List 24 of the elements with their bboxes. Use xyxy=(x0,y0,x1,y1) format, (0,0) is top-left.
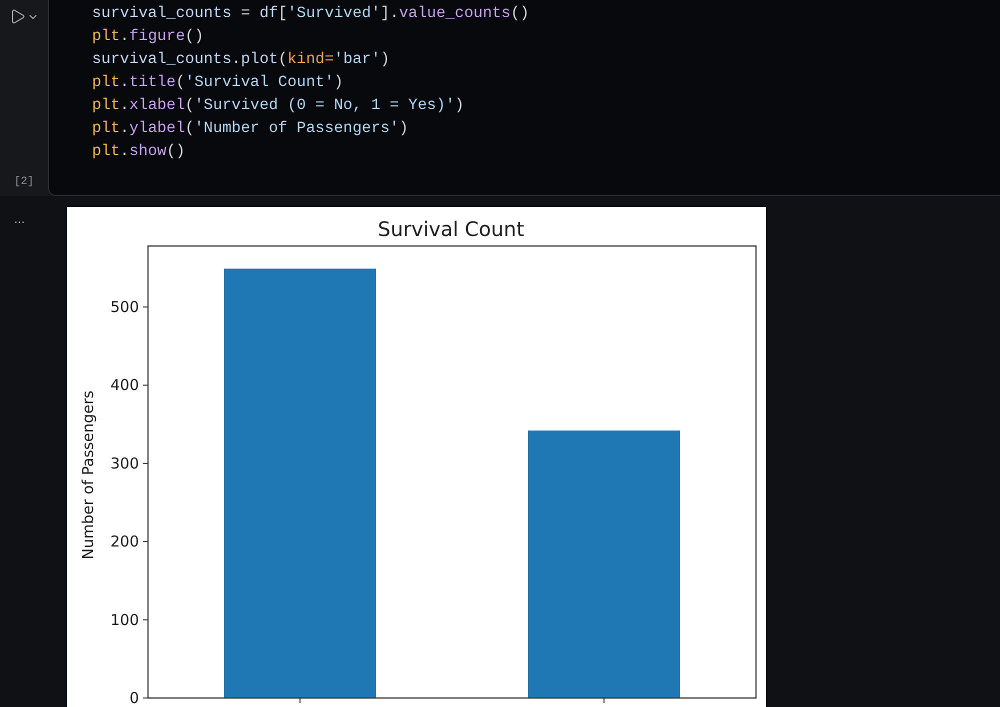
y-tick-label: 400 xyxy=(110,376,139,394)
chart-title: Survival Count xyxy=(378,217,524,241)
y-tick-label: 100 xyxy=(110,610,139,629)
y-tick xyxy=(142,619,148,620)
y-axis-label: Number of Passengers xyxy=(79,390,97,560)
y-tick xyxy=(142,384,148,386)
y-tick-label: 0 xyxy=(129,689,139,707)
code-line: plt.title('Survival Count') xyxy=(92,72,344,93)
run-icon[interactable] xyxy=(9,8,26,25)
y-tick-label: 300 xyxy=(110,454,139,472)
y-tick xyxy=(142,462,148,464)
execution-count: [2] xyxy=(14,174,34,190)
output-marker: ... xyxy=(14,211,25,226)
y-tick-label: 500 xyxy=(110,298,139,316)
y-tick-label: 200 xyxy=(110,532,139,551)
y-tick xyxy=(142,306,148,308)
code-editor[interactable] xyxy=(48,0,1000,196)
code-line: survival_counts = df['Survived'].value_counts() xyxy=(92,3,530,24)
code-line: plt.ylabel('Number of Passengers') xyxy=(92,118,410,139)
y-tick xyxy=(142,541,148,542)
code-line: plt.xlabel('Survived (0 = No, 1 = Yes)') xyxy=(92,95,466,116)
code-line: survival_counts.plot(kind='bar') xyxy=(92,49,391,70)
code-line: plt.figure() xyxy=(92,26,205,47)
code-line: plt.show() xyxy=(92,141,186,162)
